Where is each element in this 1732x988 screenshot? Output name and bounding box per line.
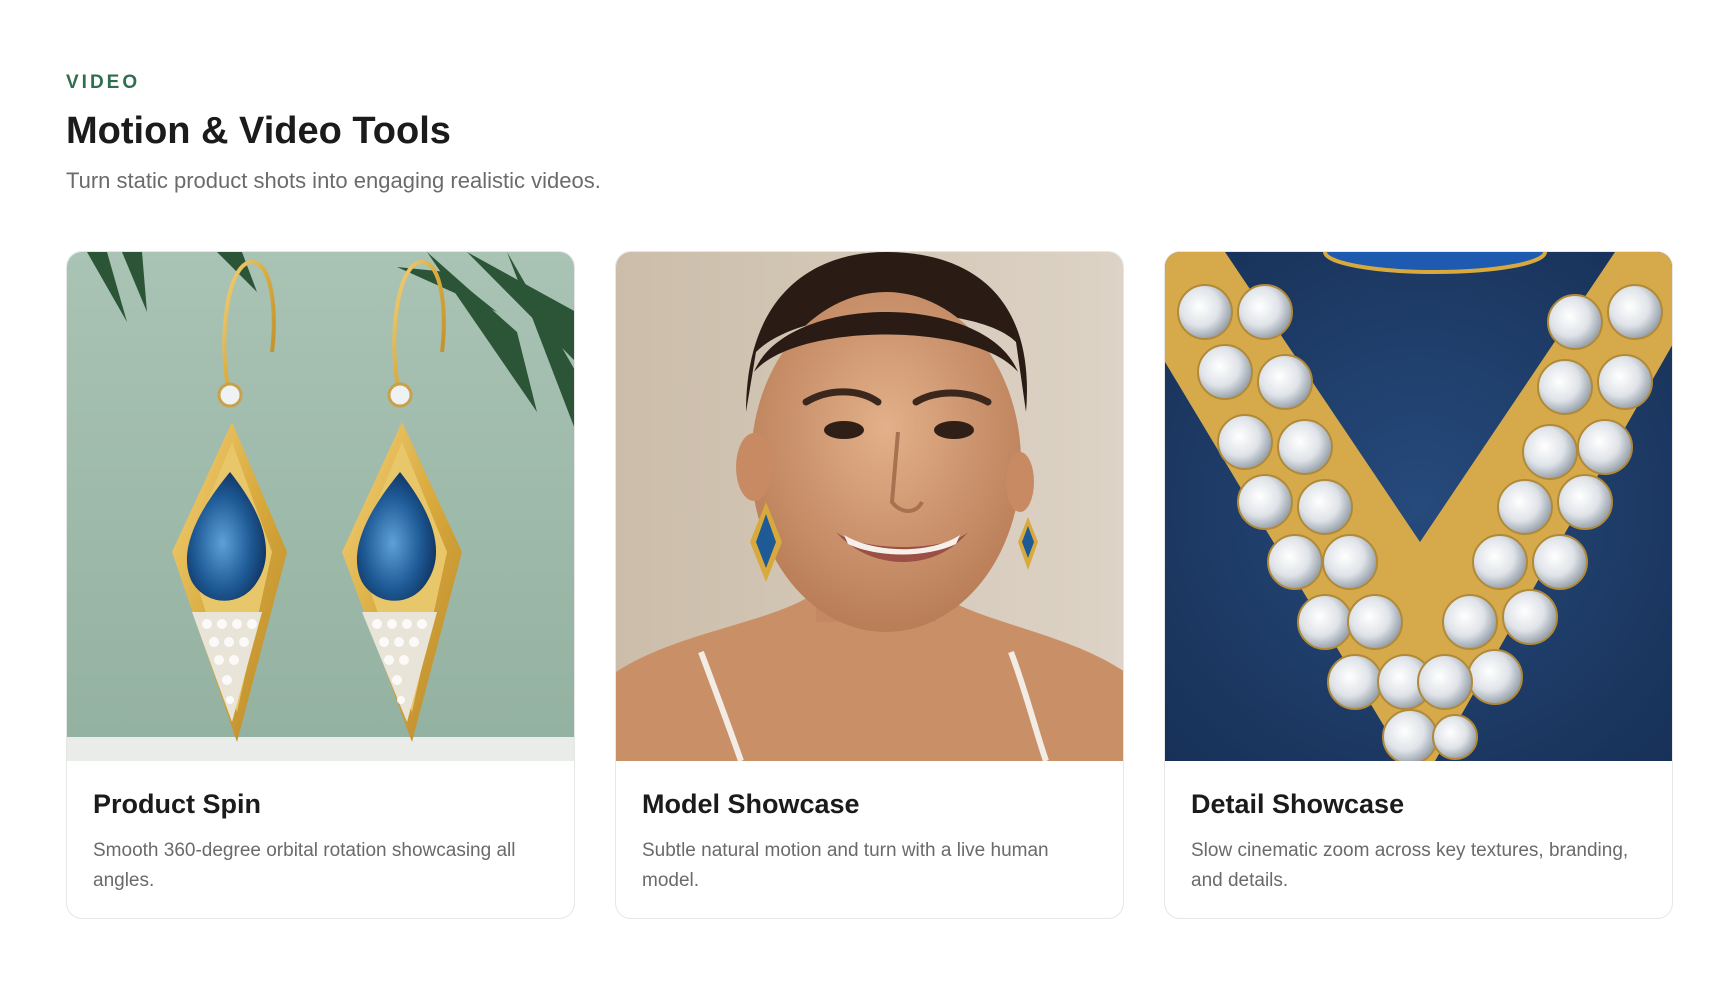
- card-description: Slow cinematic zoom across key textures,…: [1191, 840, 1629, 891]
- card-description: Smooth 360-degree orbital rotation showc…: [93, 840, 516, 891]
- section-eyebrow: VIDEO: [66, 72, 141, 93]
- card-description: Subtle natural motion and turn with a li…: [642, 840, 1049, 891]
- detail-showcase-card[interactable]: Detail Showcase Slow cinematic zoom acro…: [1164, 251, 1673, 919]
- section-title: Motion & Video Tools: [66, 110, 451, 152]
- product-spin-card-body: Product Spin Smooth 360-degree orbital r…: [67, 761, 574, 918]
- tool-cards: Product Spin Smooth 360-degree orbital r…: [66, 251, 1674, 919]
- detail-showcase-card-body: Detail Showcase Slow cinematic zoom acro…: [1165, 761, 1672, 918]
- diamond-detail-image: [1165, 252, 1672, 761]
- card-title: Detail Showcase: [1191, 789, 1405, 819]
- earrings-pair-image: [67, 252, 574, 761]
- model-showcase-card[interactable]: Model Showcase Subtle natural motion and…: [615, 251, 1124, 919]
- card-title: Product Spin: [93, 789, 261, 819]
- section-subtitle: Turn static product shots into engaging …: [66, 168, 601, 193]
- model-showcase-card-body: Model Showcase Subtle natural motion and…: [616, 761, 1123, 918]
- product-spin-card[interactable]: Product Spin Smooth 360-degree orbital r…: [66, 251, 575, 919]
- card-title: Model Showcase: [642, 789, 860, 819]
- model-portrait-image: [616, 252, 1123, 761]
